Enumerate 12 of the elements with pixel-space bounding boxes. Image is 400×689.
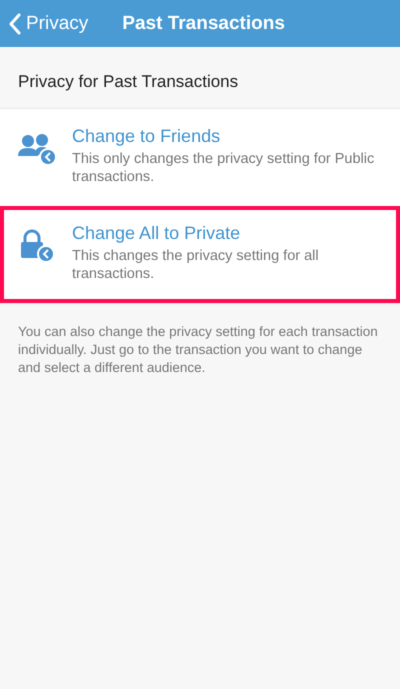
footer-note: You can also change the privacy setting for each transaction individually. Just go to the transaction you want to change and select a different audience. bbox=[17, 323, 379, 377]
back-chevron-icon bbox=[9, 12, 21, 34]
option-description: This changes the privacy setting for all transactions. bbox=[72, 247, 320, 283]
people-icon bbox=[18, 132, 58, 166]
option-row[interactable]: Change to Friends This only changes the privacy setting for Public transactions. bbox=[0, 109, 400, 206]
screen-title: Past Transactions bbox=[122, 12, 285, 34]
section-title: Privacy for Past Transactions bbox=[18, 72, 238, 92]
back-button[interactable]: Privacy bbox=[0, 12, 88, 34]
option-row[interactable]: Change All to Private This changes the privacy setting for all transactions. bbox=[0, 206, 400, 303]
option-title: Change All to Private bbox=[72, 223, 242, 244]
option-description: This only changes the privacy setting for Public transactions. bbox=[72, 150, 376, 186]
option-title: Change to Friends bbox=[72, 126, 222, 147]
